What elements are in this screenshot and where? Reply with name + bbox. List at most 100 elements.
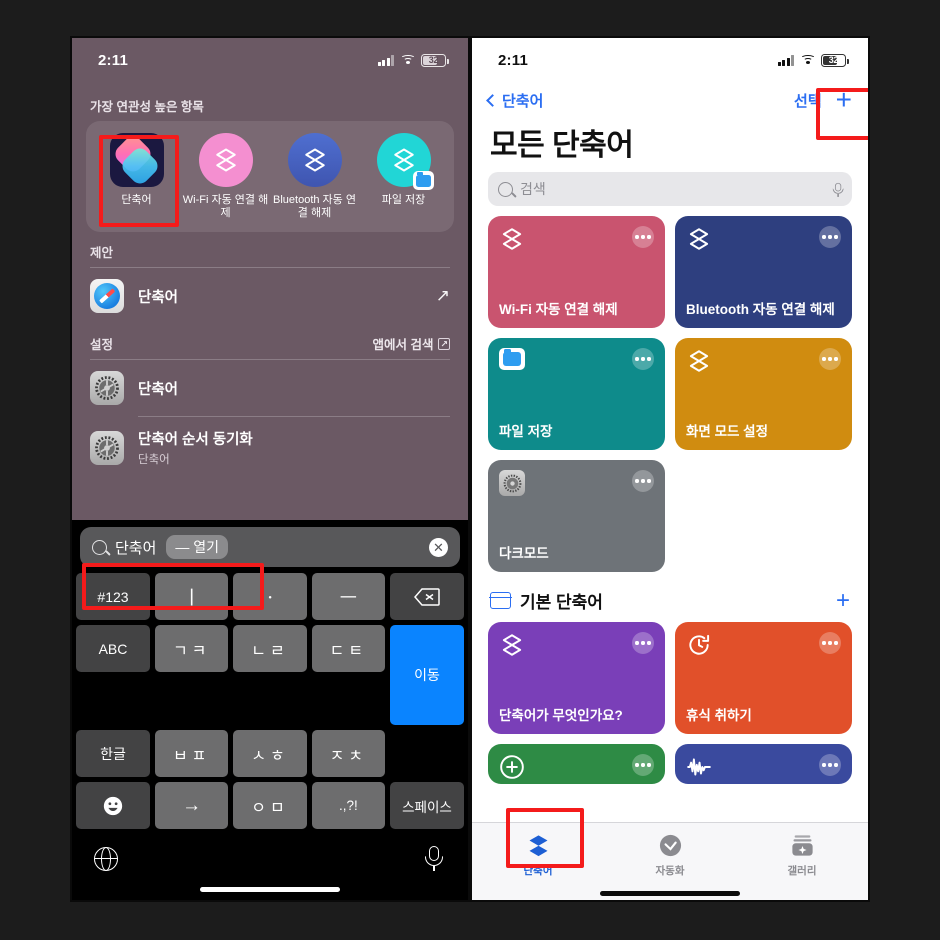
settings-row-sync-order[interactable]: 단축어 순서 동기화 단축어 xyxy=(72,417,468,478)
folder-add-button[interactable]: + xyxy=(836,588,850,612)
shortcut-name: 화면 모드 설정 xyxy=(686,424,769,439)
app-tile-label: Wi-Fi 자동 연결 해제 xyxy=(182,194,269,219)
ellipsis-icon[interactable] xyxy=(632,754,654,776)
shortcut-layers-icon xyxy=(689,228,709,250)
ellipsis-icon[interactable] xyxy=(819,226,841,248)
shortcuts-app-icon xyxy=(109,133,164,187)
shortcut-card-save-file[interactable]: 파일 저장 xyxy=(488,338,665,450)
app-tile-save-file[interactable]: 파일 저장 xyxy=(360,133,448,220)
tab-bar: 단축어 자동화 갤러리 xyxy=(472,822,868,900)
screenshot-stage: 2:11 32 가장 연관성 높은 항목 단축어 Wi-Fi 자동 연결 해제 … xyxy=(0,0,940,940)
app-tile-shortcuts[interactable]: 단축어 xyxy=(93,133,181,220)
battery-percent: 32 xyxy=(828,55,839,65)
left-status-bar: 2:11 32 xyxy=(72,38,468,82)
folder-shortcuts-grid: 단축어가 무엇인가요? 휴식 취하기 xyxy=(472,622,868,784)
status-indicators: 32 xyxy=(377,53,449,67)
cellular-bars-icon xyxy=(377,54,394,66)
shortcut-layers-icon xyxy=(502,634,522,656)
shortcut-name: Wi-Fi 자동 연결 해제 xyxy=(499,302,618,317)
keyboard-row-4: → ㅇㅁ .,?! 스페이스 xyxy=(72,782,468,834)
key-siot-hieut[interactable]: ㅅㅎ xyxy=(233,730,307,777)
shortcut-card-partial-green[interactable] xyxy=(488,744,665,784)
top-hits-section-header: 가장 연관성 높은 항목 xyxy=(72,86,468,121)
back-button[interactable]: 단축어 xyxy=(486,90,543,111)
keyboard-row-1: #123 ㅣ ㆍ ㅡ xyxy=(72,573,468,625)
search-in-app-action[interactable]: 앱에서 검색 ↗ xyxy=(372,334,450,353)
shortcut-card-what-is-shortcuts[interactable]: 단축어가 무엇인가요? xyxy=(488,622,665,734)
key-go[interactable]: 이동 xyxy=(389,625,464,725)
clear-icon[interactable]: ✕ xyxy=(429,537,448,557)
key-i[interactable]: ㅣ xyxy=(155,573,229,620)
cellular-bars-icon xyxy=(777,54,794,66)
folder-title: 기본 단축어 xyxy=(520,593,603,612)
shortcut-card-display-mode[interactable]: 화면 모드 설정 xyxy=(675,338,852,450)
tab-gallery[interactable]: 갤러리 xyxy=(736,832,868,878)
key-eu[interactable]: ㅡ xyxy=(311,573,385,620)
battery-percent: 32 xyxy=(428,55,439,65)
gallery-sparkle-icon xyxy=(791,835,813,856)
status-indicators: 32 xyxy=(777,53,849,67)
tab-automation[interactable]: 자동화 xyxy=(604,832,736,878)
status-time: 2:11 xyxy=(98,51,128,69)
ellipsis-icon[interactable] xyxy=(632,226,654,248)
key-space[interactable]: 스페이스 xyxy=(389,782,464,829)
row-title: 단축어 xyxy=(138,289,179,306)
shortcut-name: 휴식 취하기 xyxy=(686,708,752,723)
settings-row-shortcuts[interactable]: 단축어 xyxy=(72,360,468,416)
tab-shortcuts[interactable]: 단축어 xyxy=(472,832,604,878)
shortcut-card-bluetooth-off[interactable]: Bluetooth 자동 연결 해제 xyxy=(675,216,852,328)
microphone-icon[interactable] xyxy=(831,182,844,197)
key-hangul[interactable]: 한글 xyxy=(76,730,150,777)
shortcut-card-dark-mode[interactable]: 다크모드 xyxy=(488,460,665,572)
app-tile-label: 단축어 xyxy=(121,194,152,206)
shortcut-card-take-a-break[interactable]: 휴식 취하기 xyxy=(675,622,852,734)
chevron-left-icon xyxy=(486,93,499,107)
settings-title: 설정 xyxy=(90,338,114,352)
right-phone-shortcuts-app: 2:11 32 단축어 선택 + 모든 단축어 검색 Wi-Fi 자동 연결 해… xyxy=(470,36,870,902)
shortcut-card-partial-blue[interactable] xyxy=(675,744,852,784)
key-ieung-mieum[interactable]: ㅇㅁ xyxy=(233,782,307,829)
select-button[interactable]: 선택 xyxy=(794,90,822,111)
globe-icon[interactable] xyxy=(94,847,118,871)
microphone-icon[interactable] xyxy=(422,846,446,872)
shortcut-card-wifi-off[interactable]: Wi-Fi 자동 연결 해제 xyxy=(488,216,665,328)
key-abc[interactable]: ABC xyxy=(76,625,150,672)
app-tile-label: 파일 저장 xyxy=(381,194,426,206)
delete-icon[interactable] xyxy=(389,573,464,620)
key-digeut-tieut[interactable]: ㄷㅌ xyxy=(311,625,385,672)
search-placeholder: 검색 xyxy=(520,181,546,197)
row-title: 단축어 xyxy=(138,381,179,398)
spotlight-results: 가장 연관성 높은 항목 단축어 Wi-Fi 자동 연결 해제 Bluetoot… xyxy=(72,82,468,478)
suggestion-row-safari[interactable]: 단축어 ↗ xyxy=(72,268,468,324)
spotlight-search-field[interactable]: 단축어 — 열기 ✕ xyxy=(80,527,460,567)
key-giyeok-kieuk[interactable]: ㄱㅋ xyxy=(155,625,229,672)
app-tile-wifi-off[interactable]: Wi-Fi 자동 연결 해제 xyxy=(182,133,270,220)
key-bieup-pieup[interactable]: ㅂㅍ xyxy=(155,730,229,777)
ellipsis-icon[interactable] xyxy=(819,348,841,370)
ellipsis-icon[interactable] xyxy=(819,632,841,654)
folder-icon xyxy=(489,592,512,609)
key-nieun-rieul[interactable]: ㄴㄹ xyxy=(233,625,307,672)
wifi-icon xyxy=(400,54,415,66)
emoji-icon[interactable] xyxy=(76,782,150,829)
ellipsis-icon[interactable] xyxy=(632,632,654,654)
app-tile-bluetooth-off[interactable]: Bluetooth 자동 연결 해제 xyxy=(271,133,359,220)
keyboard-row-2: ABC ㄱㅋ ㄴㄹ ㄷㅌ 이동 xyxy=(72,625,468,730)
files-folder-icon xyxy=(499,348,525,370)
shortcut-name: 다크모드 xyxy=(499,546,549,561)
key-jieut-chieut[interactable]: ㅈㅊ xyxy=(311,730,385,777)
key-punctuation[interactable]: .,?! xyxy=(311,782,385,829)
key-arrow-right[interactable]: → xyxy=(155,782,229,829)
key-dot[interactable]: ㆍ xyxy=(233,573,307,620)
add-shortcut-button[interactable]: + xyxy=(836,86,852,114)
key-numeric[interactable]: #123 xyxy=(76,573,150,620)
suggestions-section-header: 제안 xyxy=(72,232,468,267)
ellipsis-icon[interactable] xyxy=(632,470,654,492)
ellipsis-icon[interactable] xyxy=(819,754,841,776)
battery-icon: 32 xyxy=(821,53,849,67)
search-input[interactable]: 검색 xyxy=(488,172,852,206)
row-subtitle: 단축어 xyxy=(138,454,170,466)
right-status-bar: 2:11 32 xyxy=(472,38,868,82)
ellipsis-icon[interactable] xyxy=(632,348,654,370)
open-in-app-icon: ↗ xyxy=(438,337,450,350)
